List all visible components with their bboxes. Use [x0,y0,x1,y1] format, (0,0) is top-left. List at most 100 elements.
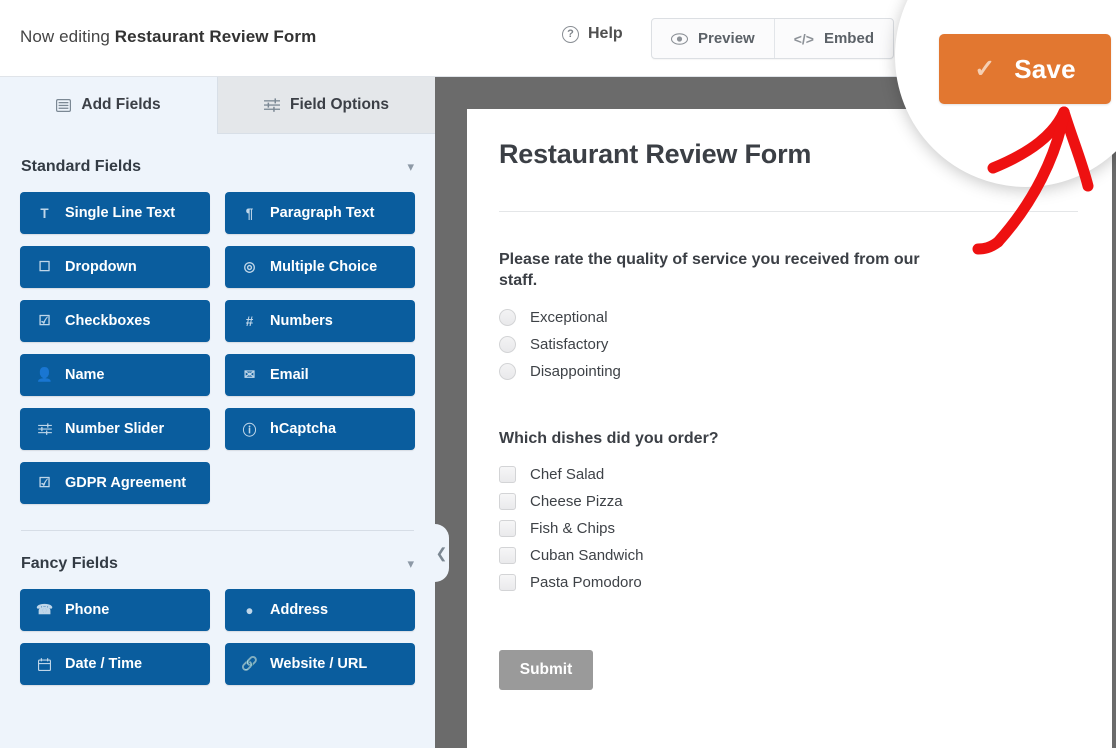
question-label-dishes: Which dishes did you order? [499,428,951,449]
group-title-fancy: Fancy Fields [21,555,118,573]
text-width-icon: T [37,206,52,221]
code-icon: </> [794,31,814,47]
tab-add-fields-label: Add Fields [81,96,160,114]
tab-add-fields[interactable]: Add Fields [0,77,217,134]
field-button-name[interactable]: 👤 Name [20,354,210,396]
checkbox-option[interactable]: Fish & Chips [499,515,1078,542]
checkbox-option[interactable]: Cheese Pizza [499,488,1078,515]
phone-icon: ☎ [37,602,52,618]
radio-option[interactable]: Satisfactory [499,331,1078,358]
help-button[interactable]: ? Help [562,25,623,43]
checkbox-option-label: Cheese Pizza [530,493,623,510]
field-button-hcaptcha[interactable]: ⓘ hCaptcha [225,408,415,450]
radio-option-label: Exceptional [530,309,608,326]
chevron-down-icon: ▾ [407,556,414,572]
field-button-paragraph-text[interactable]: ¶ Paragraph Text [225,192,415,234]
embed-button[interactable]: </> Embed [774,19,893,58]
embed-label: Embed [824,30,874,47]
annotation-arrow [960,90,1116,270]
field-label: Date / Time [65,656,142,672]
checkbox-option-label: Chef Salad [530,466,604,483]
field-label: Single Line Text [65,205,175,221]
radio-dot-icon: ◎ [242,259,257,275]
field-button-address[interactable]: ● Address [225,589,415,631]
field-label: Numbers [270,313,333,329]
radio-option[interactable]: Exceptional [499,304,1078,331]
check-icon: ✓ [974,57,995,82]
save-button-label: Save [1014,54,1076,85]
question-circle-icon: ? [562,26,579,43]
question-circle-icon: ⓘ [242,419,257,439]
field-label: Address [270,602,328,618]
field-label: Multiple Choice [270,259,377,275]
radio-circle-icon[interactable] [499,336,516,353]
chevron-left-icon: ❮ [436,545,448,562]
radio-option-label: Disappointing [530,363,621,380]
field-label: Paragraph Text [270,205,375,221]
field-button-numbers[interactable]: # Numbers [225,300,415,342]
field-button-multiple-choice[interactable]: ◎ Multiple Choice [225,246,415,288]
checkbox-option-label: Pasta Pomodoro [530,574,642,591]
field-button-date-time[interactable]: Date / Time [20,643,210,685]
field-label: GDPR Agreement [65,475,186,491]
checkbox-option-label: Fish & Chips [530,520,615,537]
app-root: Now editing Restaurant Review Form ? Hel… [0,0,1116,748]
group-header-standard-fields[interactable]: Standard Fields ▾ [20,134,415,192]
checkbox-option[interactable]: Cuban Sandwich [499,542,1078,569]
tab-field-options-label: Field Options [290,96,389,114]
paragraph-icon: ¶ [242,206,257,221]
field-button-checkboxes[interactable]: ☑ Checkboxes [20,300,210,342]
checkbox-option[interactable]: Chef Salad [499,461,1078,488]
eye-icon [671,33,688,45]
submit-button[interactable]: Submit [499,650,593,690]
field-button-gdpr-agreement[interactable]: ☑ GDPR Agreement [20,462,210,504]
sidebar-body: Standard Fields ▾ T Single Line Text ¶ P… [0,134,435,685]
radio-circle-icon[interactable] [499,309,516,326]
checkbox-option[interactable]: Pasta Pomodoro [499,569,1078,596]
field-label: Checkboxes [65,313,150,329]
sliders-icon [37,423,52,435]
field-button-single-line-text[interactable]: T Single Line Text [20,192,210,234]
page-title: Now editing Restaurant Review Form [20,27,316,47]
field-button-website-url[interactable]: 🔗 Website / URL [225,643,415,685]
field-button-number-slider[interactable]: Number Slider [20,408,210,450]
group-title-standard: Standard Fields [21,158,141,176]
checkbox-option-label: Cuban Sandwich [530,547,643,564]
radio-option-label: Satisfactory [530,336,608,353]
fields-sidebar: Add Fields Field Options [0,77,435,748]
field-label: Name [65,367,105,383]
sliders-icon [264,98,280,112]
editing-prefix: Now editing [20,27,110,46]
field-button-phone[interactable]: ☎ Phone [20,589,210,631]
check-square-icon: ☑ [37,475,52,491]
sidebar-tabs: Add Fields Field Options [0,77,435,134]
checkbox-group-dishes: Chef Salad Cheese Pizza Fish & Chips Cub… [499,461,1078,596]
preview-embed-group: Preview </> Embed [651,18,894,59]
calendar-icon [37,658,52,671]
radio-group-service-rating: Exceptional Satisfactory Disappointing [499,304,1078,385]
field-button-email[interactable]: ✉ Email [225,354,415,396]
field-label: Number Slider [65,421,164,437]
checkbox-square-icon[interactable] [499,574,516,591]
preview-button[interactable]: Preview [652,19,774,58]
group-header-fancy-fields[interactable]: Fancy Fields ▾ [20,531,415,589]
field-label: Website / URL [270,656,367,672]
preview-label: Preview [698,30,755,47]
field-button-dropdown[interactable]: ☐ Dropdown [20,246,210,288]
field-label: Phone [65,602,109,618]
standard-fields-grid: T Single Line Text ¶ Paragraph Text ☐ Dr… [20,192,415,504]
chevron-down-icon: ▾ [407,159,414,175]
checkbox-square-icon[interactable] [499,466,516,483]
help-label: Help [588,25,623,43]
user-icon: 👤 [37,367,52,383]
checkbox-square-icon[interactable] [499,520,516,537]
checkbox-square-icon[interactable] [499,547,516,564]
radio-option[interactable]: Disappointing [499,358,1078,385]
radio-circle-icon[interactable] [499,363,516,380]
collapse-sidebar-handle[interactable]: ❮ [435,524,449,582]
hashtag-icon: # [242,314,257,329]
link-icon: 🔗 [242,656,257,672]
checkbox-square-icon[interactable] [499,493,516,510]
field-label: hCaptcha [270,421,336,437]
tab-field-options[interactable]: Field Options [217,77,435,134]
